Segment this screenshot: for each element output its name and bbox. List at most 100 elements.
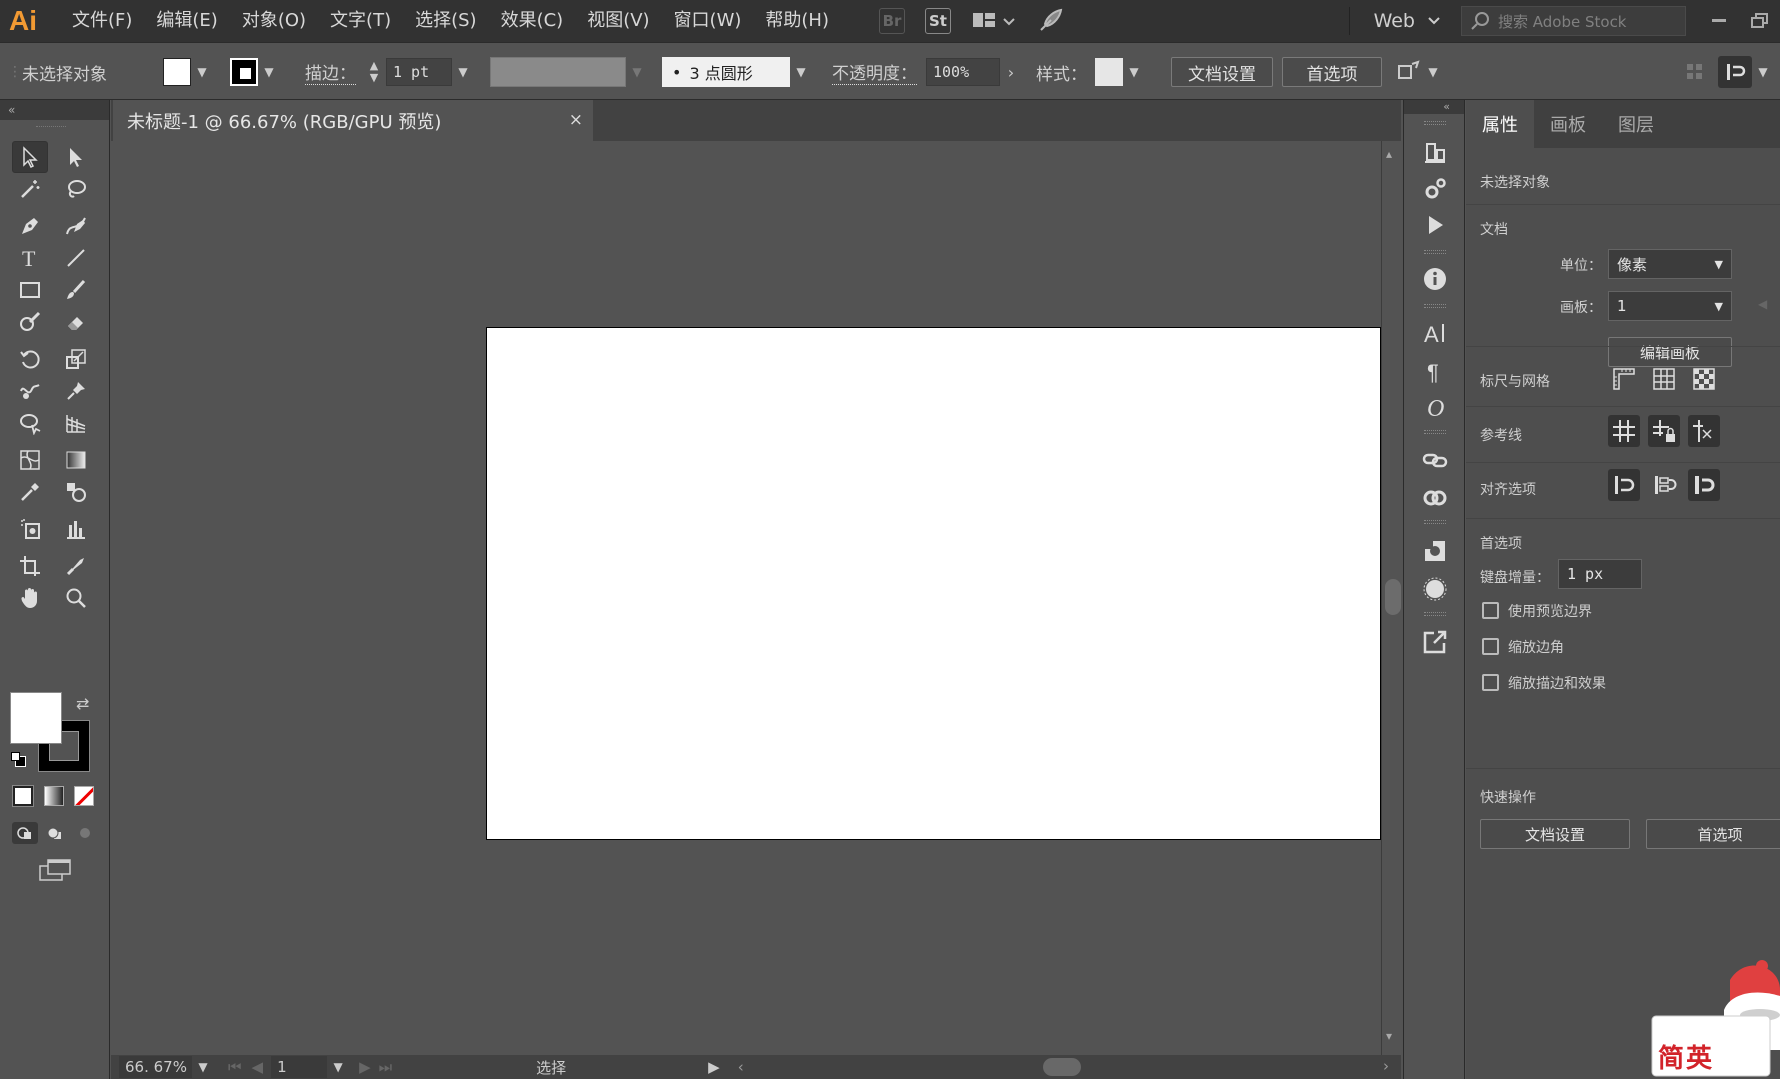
curvature-tool[interactable] <box>58 210 94 242</box>
info-panel-button[interactable] <box>1418 262 1452 296</box>
align-panel-button[interactable] <box>1418 135 1452 169</box>
menu-window[interactable]: 窗口(W) <box>662 0 754 42</box>
menu-file[interactable]: 文件(F) <box>60 0 144 42</box>
stroke-label[interactable]: 描边： <box>305 43 356 101</box>
menu-help[interactable]: 帮助(H) <box>753 0 841 42</box>
menu-type[interactable]: 文字(T) <box>318 0 403 42</box>
artboard-prev-icon[interactable]: ◀ <box>1758 297 1767 311</box>
status-menu-arrow[interactable]: ▶ <box>708 1058 720 1076</box>
scale-corners-checkbox[interactable] <box>1482 638 1499 655</box>
collapse-tools-icon[interactable]: « <box>0 100 109 120</box>
graphic-style-control[interactable]: ▼ <box>1095 43 1145 101</box>
variable-width-profile[interactable]: ▼ <box>490 43 648 101</box>
draw-inside-button[interactable] <box>72 822 98 844</box>
quick-document-setup-button[interactable]: 文档设置 <box>1480 819 1630 849</box>
color-mode-button[interactable] <box>12 785 34 807</box>
smart-guides-button[interactable] <box>1688 415 1720 447</box>
menu-select[interactable]: 选择(S) <box>403 0 488 42</box>
restore-button[interactable] <box>1740 0 1780 42</box>
chevron-down-icon[interactable]: ▼ <box>790 58 812 86</box>
artboard[interactable] <box>486 327 1381 840</box>
tab-properties[interactable]: 属性 <box>1466 100 1534 148</box>
type-tool[interactable]: T <box>12 242 48 274</box>
draw-normal-button[interactable] <box>12 822 38 844</box>
brush-definition-field[interactable]: • 3 点圆形 <box>662 57 790 87</box>
shape-builder-tool[interactable] <box>12 407 48 439</box>
default-colors-icon[interactable] <box>11 752 27 768</box>
fill-color-swatch[interactable] <box>10 692 62 744</box>
swap-colors-icon[interactable]: ⇄ <box>76 694 89 713</box>
tab-artboards[interactable]: 画板 <box>1534 100 1602 148</box>
chevron-down-icon[interactable]: ▼ <box>327 1056 349 1078</box>
chevron-down-icon[interactable]: ▼ <box>1123 58 1145 86</box>
next-artboard-icon[interactable]: ▶ <box>359 1058 371 1076</box>
scroll-right-icon[interactable]: › <box>1383 1057 1389 1075</box>
arrange-control[interactable]: ▼ <box>1396 43 1444 101</box>
stock-button[interactable]: St <box>923 7 953 35</box>
chevron-down-icon[interactable]: ▼ <box>192 1056 214 1078</box>
prev-artboard-icon[interactable]: ◀ <box>252 1058 264 1076</box>
artboard-select[interactable]: 1 ▼ <box>1608 291 1732 321</box>
slice-tool[interactable] <box>58 550 94 582</box>
arrange-documents-button[interactable] <box>969 7 1019 35</box>
chevron-right-icon[interactable]: › <box>1000 58 1022 86</box>
rotate-tool[interactable] <box>12 343 48 375</box>
opacity-field[interactable]: 100% <box>926 58 1000 86</box>
workspace-switcher[interactable]: Web <box>1362 10 1427 32</box>
scale-tool[interactable] <box>58 343 94 375</box>
perspective-grid-tool[interactable] <box>58 407 94 439</box>
draw-behind-button[interactable] <box>42 822 68 844</box>
fill-color-control[interactable]: ▼ <box>163 43 213 101</box>
scroll-down-icon[interactable]: ▾ <box>1386 1029 1392 1043</box>
rectangle-tool[interactable] <box>12 274 48 306</box>
links-panel-button[interactable] <box>1418 443 1452 477</box>
paintbrush-tool[interactable] <box>58 274 94 306</box>
use-preview-bounds-checkbox[interactable] <box>1482 602 1499 619</box>
pen-tool[interactable] <box>12 210 48 242</box>
last-artboard-icon[interactable]: ⏭ <box>379 1058 393 1076</box>
direct-selection-tool[interactable] <box>58 141 94 173</box>
collapse-dock-icon[interactable]: « <box>1404 100 1464 114</box>
horizontal-scrollbar[interactable]: › <box>801 1055 1391 1079</box>
chevron-down-icon[interactable]: ▼ <box>1752 58 1774 86</box>
stroke-color-control[interactable]: ▼ <box>230 43 280 101</box>
brush-definition-control[interactable]: • 3 点圆形 ▼ <box>662 43 812 101</box>
warp-tool[interactable] <box>12 375 48 407</box>
units-select[interactable]: 像素 ▼ <box>1608 249 1732 279</box>
tab-layers[interactable]: 图层 <box>1602 100 1670 148</box>
puppet-warp-tool[interactable] <box>58 375 94 407</box>
image-trace-button[interactable] <box>1418 534 1452 568</box>
selection-tool[interactable] <box>12 141 48 173</box>
horizontal-scroll-thumb[interactable] <box>1043 1058 1081 1076</box>
keyboard-increment-field[interactable]: 1 px <box>1558 559 1642 589</box>
zoom-level-field[interactable]: 66. 67% <box>119 1056 192 1078</box>
menu-edit[interactable]: 编辑(E) <box>144 0 229 42</box>
menu-object[interactable]: 对象(O) <box>230 0 318 42</box>
gradient-tool[interactable] <box>58 444 94 476</box>
opacity-label[interactable]: 不透明度： <box>832 43 917 101</box>
mesh-tool[interactable] <box>12 444 48 476</box>
chevron-down-icon[interactable]: ▼ <box>191 58 213 86</box>
line-segment-tool[interactable] <box>58 242 94 274</box>
zoom-tool[interactable] <box>58 582 94 614</box>
hand-tool[interactable] <box>12 582 48 614</box>
gpu-performance-button[interactable] <box>1035 7 1065 35</box>
first-artboard-icon[interactable]: ⏮ <box>228 1058 242 1076</box>
width-profile-preview[interactable] <box>490 57 626 87</box>
lock-guides-button[interactable] <box>1648 415 1680 447</box>
align-options-control[interactable]: ▼ <box>1718 43 1774 101</box>
minimize-button[interactable] <box>1700 0 1740 42</box>
fill-swatch[interactable] <box>163 58 191 86</box>
vertical-scroll-thumb[interactable] <box>1385 579 1401 615</box>
eraser-tool[interactable] <box>58 306 94 338</box>
canvas-area[interactable] <box>111 141 1381 1055</box>
transparency-grid-button[interactable] <box>1688 363 1720 395</box>
symbol-sprayer-tool[interactable] <box>12 513 48 545</box>
chevron-down-icon[interactable]: ▼ <box>1422 58 1444 86</box>
screen-mode-button[interactable] <box>38 858 72 884</box>
scroll-left-icon[interactable]: ‹ <box>738 1058 744 1076</box>
lasso-tool[interactable] <box>58 173 94 205</box>
show-guides-button[interactable] <box>1608 415 1640 447</box>
artboard-tool[interactable] <box>12 550 48 582</box>
vertical-scrollbar[interactable]: ▴ ▾ <box>1381 141 1401 1055</box>
